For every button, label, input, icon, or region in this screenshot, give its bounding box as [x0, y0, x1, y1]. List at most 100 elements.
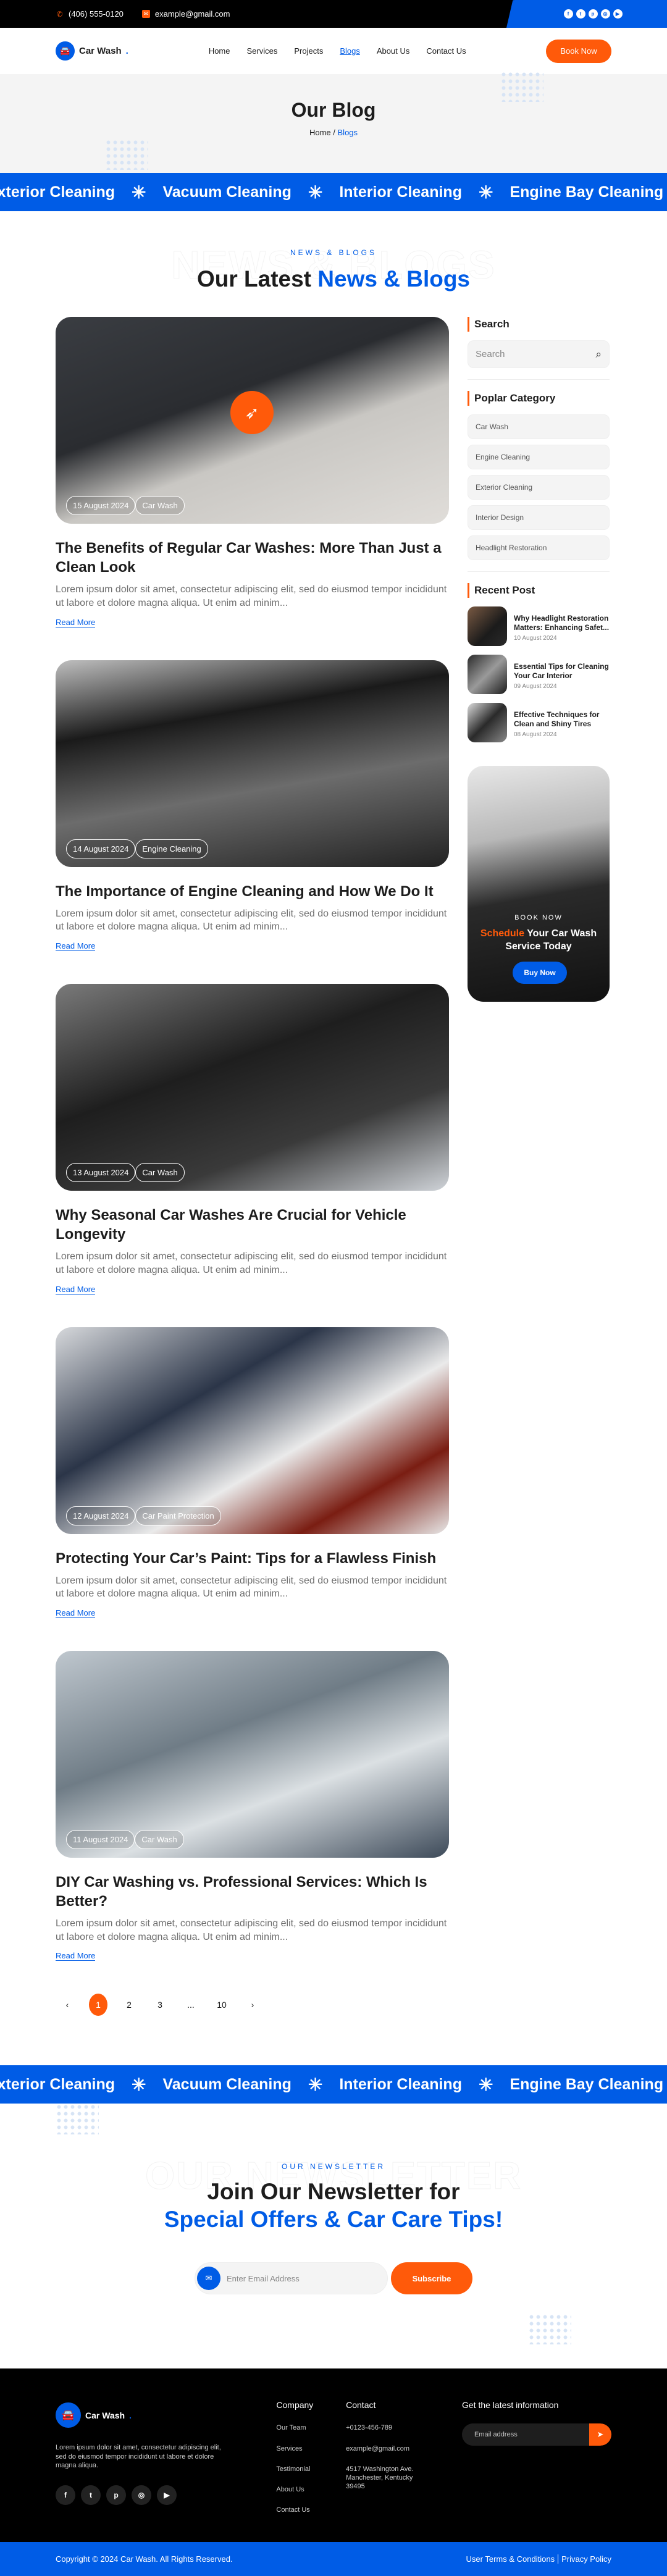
post-image[interactable]: 14 August 2024 Engine Cleaning: [56, 660, 449, 867]
page-button[interactable]: 3: [151, 2000, 169, 2010]
promo-eyebrow: BOOK NOW: [514, 914, 563, 921]
category-item[interactable]: Headlight Restoration: [468, 535, 610, 560]
post-title[interactable]: The Benefits of Regular Car Washes: More…: [56, 539, 449, 577]
youtube-icon[interactable]: ▶: [157, 2485, 177, 2506]
page-button[interactable]: 10: [212, 2000, 231, 2010]
topbar-email[interactable]: ✉ example@gmail.com: [141, 9, 230, 19]
footer-address: 4517 Washington Ave. Manchester, Kentuck…: [346, 2465, 414, 2491]
prev-page-button[interactable]: ‹: [58, 2000, 77, 2010]
topbar-phone[interactable]: ✆ (406) 555-0120: [56, 9, 123, 19]
page-button[interactable]: 2: [120, 2000, 138, 2010]
post-category[interactable]: Engine Cleaning: [135, 839, 208, 858]
recent-post-title[interactable]: Essential Tips for Cleaning Your Car Int…: [514, 662, 610, 681]
post-image[interactable]: 12 August 2024 Car Paint Protection: [56, 1327, 449, 1534]
recent-post[interactable]: Essential Tips for Cleaning Your Car Int…: [468, 655, 610, 694]
recent-post-thumbnail[interactable]: [468, 606, 507, 646]
pinterest-icon[interactable]: p: [588, 9, 598, 19]
footer-subscribe: Get the latest information Email address…: [462, 2400, 611, 2542]
breadcrumb: Home / Blogs: [309, 128, 358, 137]
footer-phone[interactable]: +0123-456-789: [346, 2423, 462, 2432]
recent-post-title[interactable]: Effective Techniques for Clean and Shiny…: [514, 710, 610, 729]
nav-projects[interactable]: Projects: [294, 46, 323, 56]
car-wash-logo-icon: 🚘: [56, 2402, 81, 2428]
post-image[interactable]: 11 August 2024 Car Wash: [56, 1650, 449, 1858]
recent-post[interactable]: Effective Techniques for Clean and Shiny…: [468, 703, 610, 742]
footer-email-input[interactable]: Email address ➤: [462, 2423, 611, 2446]
instagram-icon[interactable]: ◎: [600, 9, 610, 19]
send-icon[interactable]: ➤: [589, 2423, 611, 2446]
pinterest-icon[interactable]: p: [106, 2485, 126, 2506]
breadcrumb-current: Blogs: [337, 128, 358, 137]
next-page-button[interactable]: ›: [243, 2000, 262, 2010]
copyright: Copyright © 2024 Car Wash. All Rights Re…: [56, 2554, 233, 2564]
post-excerpt: Lorem ipsum dolor sit amet, consectetur …: [56, 1575, 447, 1600]
footer-link[interactable]: Testimonial: [276, 2465, 346, 2473]
terms-link[interactable]: User Terms & Conditions: [466, 2554, 555, 2564]
logo[interactable]: 🚘 Car Wash.: [56, 41, 128, 61]
top-bar: ✆ (406) 555-0120 ✉ example@gmail.com f t…: [0, 0, 667, 28]
post-excerpt: Lorem ipsum dolor sit amet, consectetur …: [56, 1918, 447, 1942]
nav-contact[interactable]: Contact Us: [426, 46, 466, 56]
breadcrumb-home[interactable]: Home: [309, 128, 331, 137]
footer-logo[interactable]: 🚘 Car Wash.: [56, 2402, 253, 2428]
search-input[interactable]: Search ⌕: [468, 340, 610, 368]
twitter-icon[interactable]: t: [81, 2485, 101, 2506]
read-more-link[interactable]: Read More: [56, 1608, 96, 1618]
page-button-current[interactable]: 1: [89, 1994, 107, 2016]
twitter-icon[interactable]: t: [576, 9, 585, 19]
footer-link[interactable]: About Us: [276, 2485, 346, 2494]
footer: 🚘 Car Wash. Lorem ipsum dolor sit amet, …: [0, 2368, 667, 2543]
footer-link[interactable]: Services: [276, 2444, 346, 2453]
post-title[interactable]: Why Seasonal Car Washes Are Crucial for …: [56, 1206, 449, 1244]
category-item[interactable]: Car Wash: [468, 414, 610, 439]
read-more-link[interactable]: Read More: [56, 941, 96, 951]
nav-blogs[interactable]: Blogs: [340, 46, 360, 56]
decorative-dots: [528, 2314, 571, 2345]
buy-now-button[interactable]: Buy Now: [513, 962, 567, 984]
read-more-link[interactable]: Read More: [56, 1951, 96, 1961]
read-more-link[interactable]: Read More: [56, 618, 96, 627]
video-play-icon[interactable]: ➶: [230, 391, 274, 434]
privacy-link[interactable]: Privacy Policy: [561, 2554, 611, 2564]
post-category[interactable]: Car Wash: [135, 1829, 184, 1849]
post-title[interactable]: The Importance of Engine Cleaning and Ho…: [56, 882, 449, 901]
footer-description: Lorem ipsum dolor sit amet, consectetur …: [56, 2444, 221, 2469]
category-item[interactable]: Exterior Cleaning: [468, 475, 610, 500]
recent-post-title[interactable]: Why Headlight Restoration Matters: Enhan…: [514, 614, 610, 632]
asterisk-icon: ✳: [308, 182, 323, 202]
youtube-icon[interactable]: ▶: [613, 9, 623, 19]
subscribe-button[interactable]: Subscribe: [391, 2262, 472, 2295]
post-category[interactable]: Car Paint Protection: [135, 1506, 221, 1525]
divider: [468, 379, 610, 380]
nav-home[interactable]: Home: [209, 46, 230, 56]
footer-social: f t p ◎ ▶: [56, 2485, 253, 2506]
nav-about[interactable]: About Us: [377, 46, 409, 56]
footer-link[interactable]: Contact Us: [276, 2506, 346, 2514]
post-title[interactable]: Protecting Your Car’s Paint: Tips for a …: [56, 1549, 449, 1568]
recent-post-thumbnail[interactable]: [468, 655, 507, 694]
blog-content: ➶ 15 August 2024 Car Wash The Benefits of…: [0, 317, 667, 2065]
blog-post: 13 August 2024 Car Wash Why Seasonal Car …: [56, 983, 449, 1295]
newsletter-email-input[interactable]: ✉ Enter Email Address: [195, 2262, 388, 2295]
recent-post-date: 10 August 2024: [514, 635, 557, 642]
category-item[interactable]: Interior Design: [468, 505, 610, 530]
facebook-icon[interactable]: f: [563, 9, 573, 19]
nav-services[interactable]: Services: [247, 46, 278, 56]
search-icon[interactable]: ⌕: [595, 348, 602, 361]
footer-email[interactable]: example@gmail.com: [346, 2444, 462, 2453]
recent-post[interactable]: Why Headlight Restoration Matters: Enhan…: [468, 606, 610, 646]
facebook-icon[interactable]: f: [56, 2485, 75, 2506]
footer-link[interactable]: Our Team: [276, 2423, 346, 2432]
post-category[interactable]: Car Wash: [135, 1162, 185, 1182]
post-image[interactable]: ➶ 15 August 2024 Car Wash: [56, 317, 449, 524]
post-image[interactable]: 13 August 2024 Car Wash: [56, 983, 449, 1191]
book-now-button[interactable]: Book Now: [546, 39, 611, 63]
decorative-dots: [56, 2104, 99, 2135]
newsletter-form: ✉ Enter Email Address Subscribe: [0, 2262, 667, 2295]
recent-post-thumbnail[interactable]: [468, 703, 507, 742]
category-item[interactable]: Engine Cleaning: [468, 445, 610, 469]
instagram-icon[interactable]: ◎: [132, 2485, 151, 2506]
read-more-link[interactable]: Read More: [56, 1285, 96, 1294]
post-category[interactable]: Car Wash: [135, 496, 185, 515]
post-title[interactable]: DIY Car Washing vs. Professional Service…: [56, 1873, 449, 1911]
